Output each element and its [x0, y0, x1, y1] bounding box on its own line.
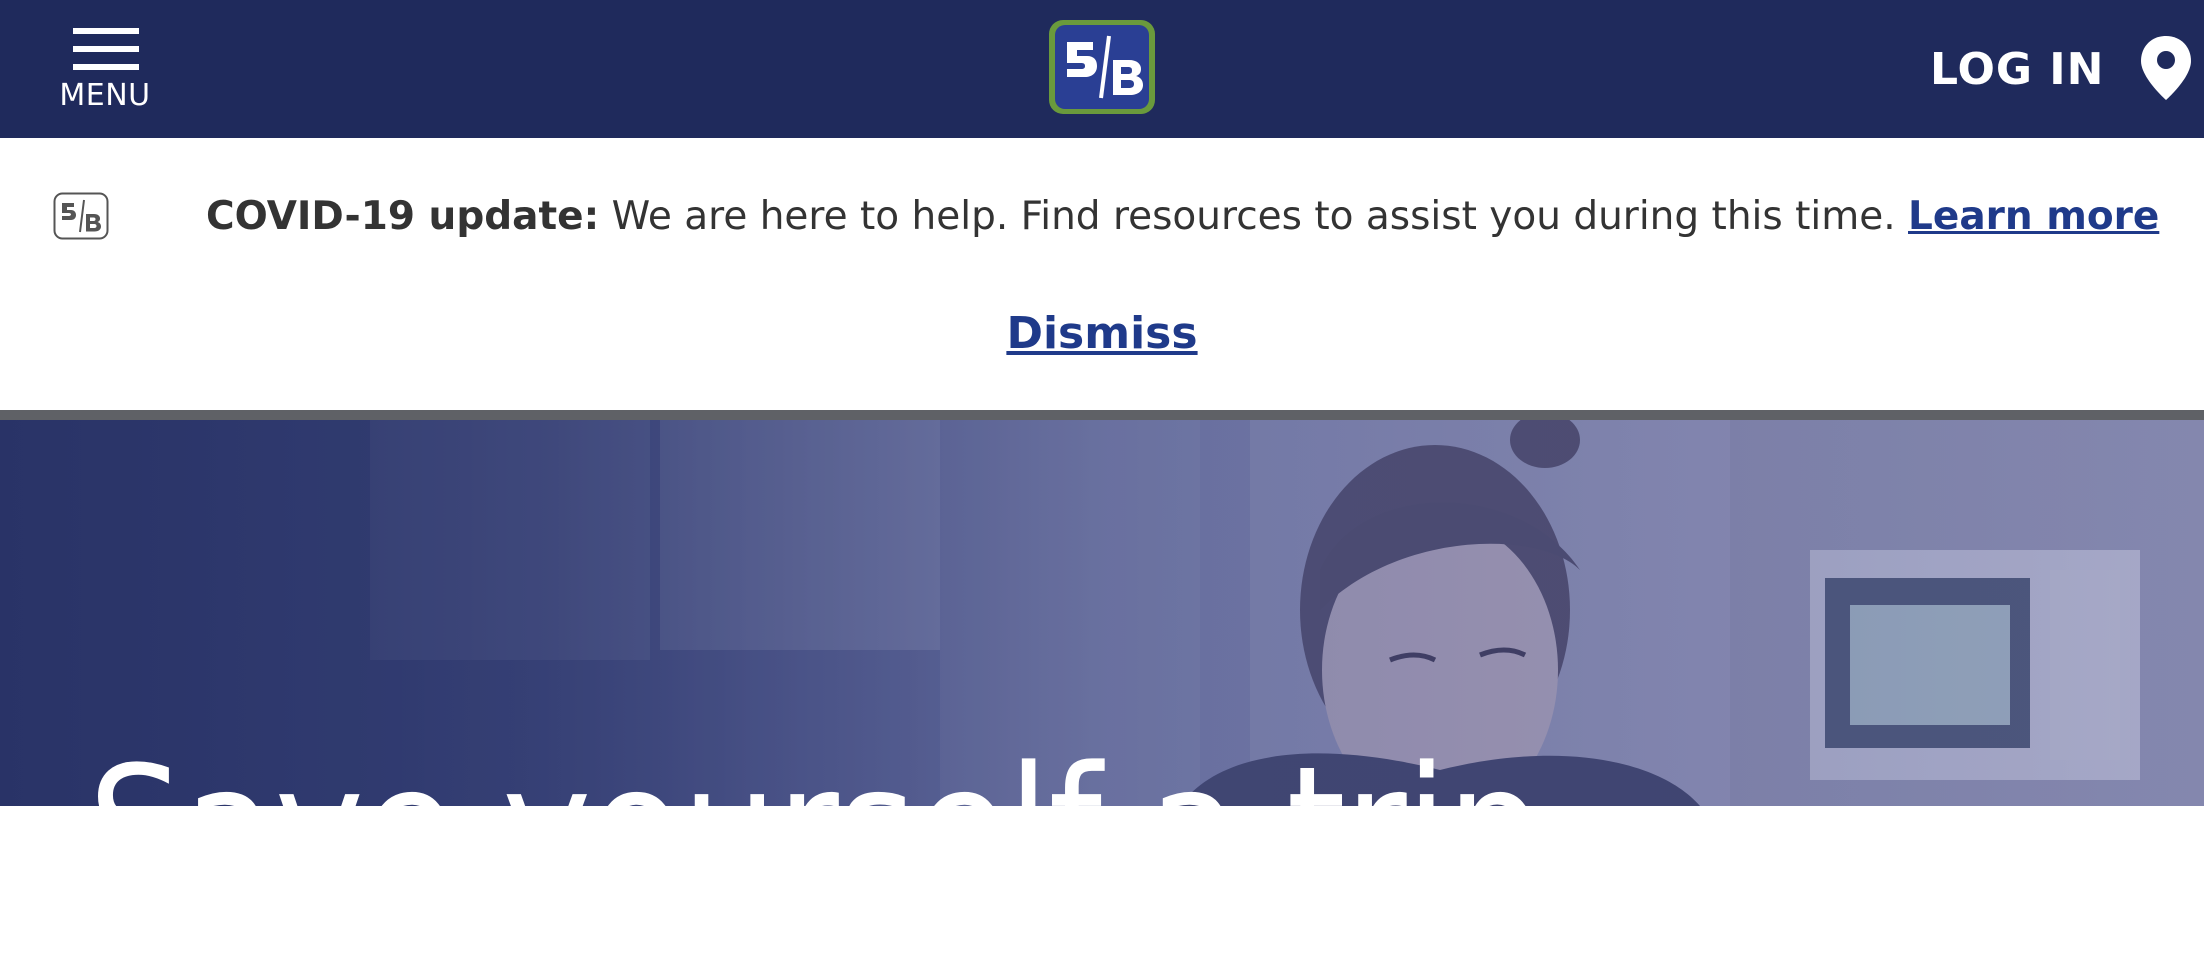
alert-message: COVID-19 update: We are here to help. Fi…: [206, 190, 2166, 244]
log-in-link[interactable]: LOG IN: [1930, 40, 2105, 100]
alert-divider: [0, 410, 2204, 420]
hero-title: Save yourself a trip.: [88, 733, 1590, 806]
menu-button[interactable]: MENU: [50, 26, 160, 116]
top-navigation-bar: MENU LOG IN: [0, 0, 2204, 138]
menu-label: MENU: [59, 78, 151, 113]
hero-banner: Save yourself a trip.: [0, 420, 2204, 806]
alert-title: COVID-19 update:: [206, 194, 600, 239]
fifth-third-outline-icon: [53, 192, 109, 240]
learn-more-link[interactable]: Learn more: [1908, 194, 2159, 239]
covid-alert-banner: COVID-19 update: We are here to help. Fi…: [0, 138, 2204, 410]
fifth-third-logo-icon[interactable]: [1047, 18, 1157, 116]
alert-body: We are here to help. Find resources to a…: [611, 194, 1896, 239]
hamburger-menu-icon: [73, 28, 139, 72]
dismiss-container: Dismiss: [0, 306, 2204, 362]
location-pin-icon[interactable]: [2138, 34, 2194, 102]
page-content-area: [0, 806, 2204, 959]
dismiss-link[interactable]: Dismiss: [1006, 308, 1197, 359]
